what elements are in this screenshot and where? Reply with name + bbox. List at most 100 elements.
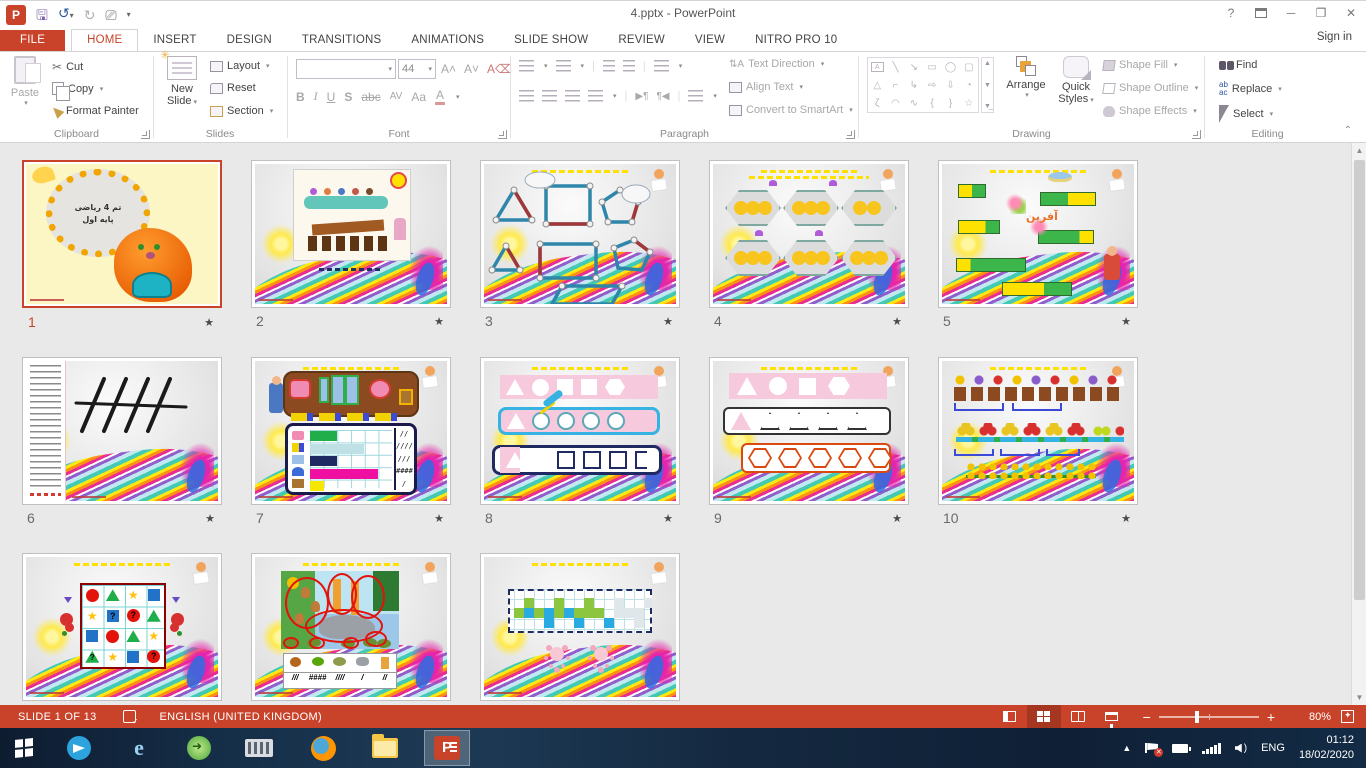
slide-thumbnail-11[interactable]: ★ ★ ? ? ★ ? ★ ? bbox=[22, 553, 222, 701]
right-arrow-shape-icon[interactable]: ⇨ bbox=[928, 80, 936, 91]
battery-icon[interactable] bbox=[1172, 744, 1188, 753]
taskbar-onscreen-keyboard[interactable] bbox=[236, 730, 282, 766]
quick-styles-button[interactable]: Quick Styles▾ bbox=[1055, 56, 1097, 105]
down-arrow-shape-icon[interactable]: ⇩ bbox=[946, 80, 954, 91]
input-language[interactable]: ENG bbox=[1261, 742, 1285, 754]
cut-button[interactable]: ✂Cut bbox=[52, 60, 83, 74]
numbering-icon[interactable] bbox=[556, 60, 571, 72]
taskbar-download-manager[interactable] bbox=[176, 730, 222, 766]
tab-design[interactable]: DESIGN bbox=[212, 30, 287, 51]
reset-button[interactable]: Reset bbox=[210, 82, 256, 94]
left-brace-shape-icon[interactable]: { bbox=[930, 98, 933, 109]
zoom-slider-track[interactable] bbox=[1159, 716, 1259, 718]
reading-view-button[interactable] bbox=[1061, 705, 1095, 728]
curve-shape-icon[interactable]: ∿ bbox=[910, 98, 918, 109]
text-shadow-button[interactable]: S bbox=[344, 90, 352, 104]
slide-thumbnail-2[interactable]: 2 ★ bbox=[251, 160, 451, 308]
ltr-direction-icon[interactable]: ▶¶ bbox=[635, 91, 648, 102]
scrollbar-thumb[interactable] bbox=[1354, 160, 1365, 600]
slideshow-view-button[interactable] bbox=[1095, 705, 1129, 728]
font-dialog-launcher[interactable] bbox=[498, 130, 507, 139]
tab-nitro[interactable]: NITRO PRO 10 bbox=[740, 30, 852, 51]
scroll-up-arrow[interactable]: ▲ bbox=[1352, 143, 1366, 158]
sign-in-link[interactable]: Sign in bbox=[1317, 31, 1352, 43]
strikethrough-button[interactable]: abc bbox=[361, 90, 380, 104]
increase-font-icon[interactable]: A˄ bbox=[438, 62, 459, 76]
rounded-rect-shape-icon[interactable]: ▢ bbox=[964, 62, 973, 73]
slide-thumbnail-9[interactable]: 9 ★ bbox=[709, 357, 909, 505]
shapes-gallery[interactable]: A ╲ ↘ ▭ ◯ ▢ △ ⌐ ↳ ⇨ ⇩ ◔ ζ ◠ ∿ { } ☆ bbox=[867, 57, 979, 113]
language-indicator[interactable]: ENGLISH (UNITED KINGDOM) bbox=[160, 711, 322, 723]
zoom-out-button[interactable]: − bbox=[1135, 709, 1159, 725]
taskbar-telegram[interactable] bbox=[56, 730, 102, 766]
zoom-percentage[interactable]: 80% bbox=[1293, 711, 1331, 723]
slide-sorter-area[interactable]: تم 4 ریاضی پایه اول 1 ★ bbox=[0, 143, 1366, 705]
line-spacing-icon[interactable] bbox=[654, 60, 669, 72]
slide-thumbnail-4[interactable]: 4 ★ bbox=[709, 160, 909, 308]
taskbar-firefox[interactable] bbox=[300, 730, 346, 766]
star-shape-icon[interactable]: ☆ bbox=[964, 98, 973, 109]
justify-icon[interactable] bbox=[588, 90, 603, 102]
font-color-button[interactable]: A bbox=[435, 88, 445, 105]
ribbon-display-options-button[interactable] bbox=[1246, 1, 1276, 25]
speaker-icon[interactable] bbox=[1235, 743, 1247, 754]
select-button[interactable]: Select▾ bbox=[1219, 105, 1273, 123]
font-name-combo[interactable]: ▾ bbox=[296, 59, 396, 79]
align-text-button[interactable]: Align Text▾ bbox=[729, 81, 803, 93]
action-center-flag-icon[interactable] bbox=[1145, 743, 1158, 753]
align-right-icon[interactable] bbox=[565, 90, 580, 102]
taskbar-powerpoint[interactable]: P bbox=[424, 730, 470, 766]
shape-effects-button[interactable]: Shape Effects▾ bbox=[1103, 105, 1197, 117]
text-direction-button[interactable]: ⇅AText Direction▾ bbox=[729, 58, 824, 70]
find-button[interactable]: Find bbox=[1219, 59, 1257, 71]
tab-transitions[interactable]: TRANSITIONS bbox=[287, 30, 397, 51]
slide-thumbnail-12[interactable]: /// #### //// / // 12 ★ bbox=[251, 553, 451, 701]
underline-button[interactable]: U bbox=[327, 90, 336, 104]
slide-thumbnail-6[interactable]: 6 ★ bbox=[22, 357, 222, 505]
paragraph-dialog-launcher[interactable] bbox=[846, 130, 855, 139]
decrease-font-icon[interactable]: A˅ bbox=[461, 62, 482, 76]
section-button[interactable]: Section▾ bbox=[210, 105, 273, 117]
slide-thumbnail-1[interactable]: تم 4 ریاضی پایه اول 1 ★ bbox=[22, 160, 222, 308]
start-button[interactable] bbox=[0, 728, 48, 768]
tab-review[interactable]: REVIEW bbox=[603, 30, 680, 51]
copy-button[interactable]: Copy▾ bbox=[52, 82, 103, 95]
normal-view-button[interactable] bbox=[993, 705, 1027, 728]
minimize-button[interactable]: ─ bbox=[1276, 1, 1306, 25]
paste-button[interactable]: Paste▾ bbox=[8, 56, 42, 107]
close-button[interactable]: ✕ bbox=[1336, 1, 1366, 25]
corner-shape-icon[interactable]: ◔ bbox=[966, 80, 972, 91]
convert-smartart-button[interactable]: Convert to SmartArt▾ bbox=[729, 104, 853, 116]
bullets-icon[interactable] bbox=[519, 60, 534, 72]
arrow-shape-icon[interactable]: ↘ bbox=[910, 62, 918, 73]
tab-file[interactable]: FILE bbox=[0, 30, 65, 51]
arc-shape-icon[interactable]: ◠ bbox=[891, 98, 900, 109]
tab-home[interactable]: HOME bbox=[71, 29, 138, 51]
rectangle-shape-icon[interactable]: ▭ bbox=[927, 62, 936, 73]
align-center-icon[interactable] bbox=[542, 90, 557, 102]
collapse-ribbon-icon[interactable]: ⌃ bbox=[1344, 125, 1352, 136]
oval-shape-icon[interactable]: ◯ bbox=[945, 62, 956, 73]
taskbar-file-explorer[interactable] bbox=[362, 730, 408, 766]
elbow-connector-icon[interactable]: ⌐ bbox=[893, 80, 899, 91]
elbow-arrow-icon[interactable]: ↳ bbox=[910, 80, 918, 91]
clipboard-dialog-launcher[interactable] bbox=[141, 130, 150, 139]
help-button[interactable]: ? bbox=[1216, 1, 1246, 25]
spellcheck-icon[interactable] bbox=[123, 710, 136, 723]
taskbar-internet-explorer[interactable]: e bbox=[116, 730, 162, 766]
change-case-button[interactable]: Aa bbox=[411, 90, 426, 104]
increase-indent-icon[interactable] bbox=[623, 60, 635, 72]
scroll-down-arrow[interactable]: ▼ bbox=[1352, 690, 1366, 705]
align-left-icon[interactable] bbox=[519, 90, 534, 102]
character-spacing-button[interactable]: AV bbox=[390, 91, 403, 102]
drawing-dialog-launcher[interactable] bbox=[1192, 130, 1201, 139]
replace-button[interactable]: abacReplace▾ bbox=[1219, 81, 1282, 97]
shapes-gallery-scroll[interactable]: ▲▼▼̲ bbox=[981, 57, 994, 113]
tab-animations[interactable]: ANIMATIONS bbox=[396, 30, 499, 51]
slide-thumbnail-10[interactable]: 10 ★ bbox=[938, 357, 1138, 505]
tab-insert[interactable]: INSERT bbox=[138, 30, 211, 51]
tab-view[interactable]: VIEW bbox=[680, 30, 740, 51]
show-hidden-icons-arrow[interactable]: ▲ bbox=[1122, 743, 1131, 753]
zoom-in-button[interactable]: + bbox=[1259, 709, 1283, 725]
fit-slide-to-window-icon[interactable] bbox=[1341, 710, 1354, 723]
